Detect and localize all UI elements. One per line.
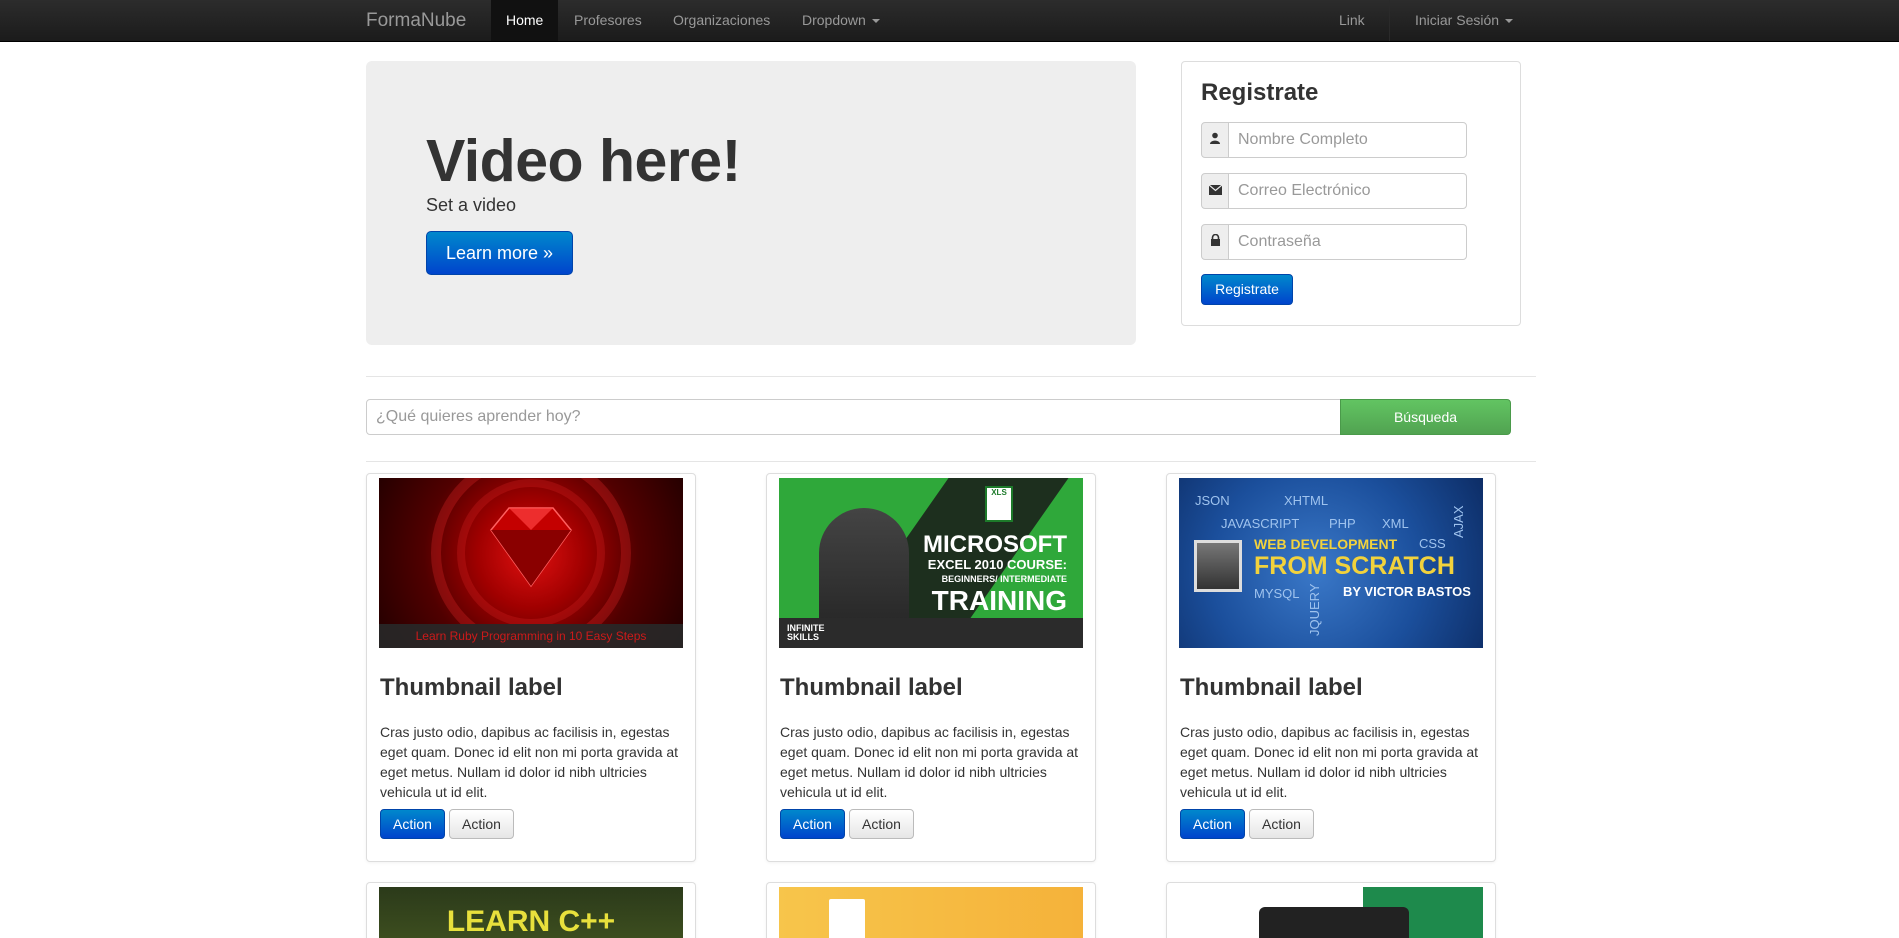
tag-xml: XML — [1382, 516, 1409, 531]
course-thumbnail: LEARN C++ — [366, 882, 696, 938]
action-button-primary[interactable]: Action — [780, 809, 845, 839]
course-thumbnail: XLS MICROSOFT EXCEL 2010 COURSE: BEGINNE… — [766, 473, 1096, 862]
caret-down-icon — [871, 19, 880, 24]
nav-item-organizaciones[interactable]: Organizaciones — [658, 0, 785, 41]
excel-title-4: TRAINING — [931, 585, 1067, 616]
email-input-group — [1201, 173, 1467, 209]
thumbnail-text: Cras justo odio, dapibus ac facilisis in… — [380, 724, 679, 800]
dropdown-label: Dropdown — [802, 12, 866, 28]
thumbnail-label: Thumbnail label — [380, 674, 563, 701]
course-thumbnail: Learn Ruby Programming in 10 Easy Steps … — [366, 473, 696, 862]
thumbnail-label: Thumbnail label — [780, 674, 963, 701]
nav-item-home[interactable]: Home — [491, 0, 559, 41]
full-name-field[interactable] — [1228, 122, 1467, 158]
hero-unit: Video here! Set a video Learn more » — [366, 61, 1136, 345]
course-thumbnail — [1166, 882, 1496, 938]
course-image-cpp[interactable]: LEARN C++ — [379, 887, 683, 938]
xls-file-icon: XLS — [985, 486, 1013, 522]
tag-json: JSON — [1195, 493, 1230, 508]
excel-title-1: MICROSOFT — [923, 531, 1067, 558]
document-icon — [829, 899, 865, 938]
webdev-author: BY VICTOR BASTOS — [1343, 584, 1471, 599]
tablet-graphic — [1259, 907, 1409, 938]
register-button[interactable]: Registrate — [1201, 274, 1293, 305]
action-button-secondary[interactable]: Action — [1249, 809, 1314, 839]
tag-php: PHP — [1329, 516, 1356, 531]
divider-bottom — [366, 461, 1536, 462]
action-button-secondary[interactable]: Action — [449, 809, 514, 839]
lock-icon — [1201, 224, 1229, 260]
register-title: Registrate — [1201, 79, 1319, 106]
nav-divider — [1389, 0, 1390, 41]
excel-title-3: BEGINNERS/ INTERMEDIATE — [941, 574, 1067, 584]
name-input-group — [1201, 122, 1467, 158]
cpp-title: LEARN C++ — [379, 887, 683, 938]
tag-xhtml: XHTML — [1284, 493, 1329, 508]
course-image-presentation[interactable] — [779, 887, 1083, 938]
password-input-group — [1201, 224, 1467, 260]
instructor-photo — [1194, 540, 1242, 592]
tag-jquery: JQUERY — [1307, 583, 1322, 637]
search-input[interactable] — [366, 399, 1341, 435]
envelope-icon — [1201, 173, 1229, 209]
tag-css: CSS — [1419, 536, 1446, 551]
thumbnail-label: Thumbnail label — [1180, 674, 1363, 701]
thumbnail-text: Cras justo odio, dapibus ac facilisis in… — [780, 724, 1079, 800]
nav-item-dropdown[interactable]: Dropdown — [787, 0, 895, 41]
hero-title: Video here! — [426, 128, 741, 194]
email-field[interactable] — [1228, 173, 1467, 209]
excel-title-2: EXCEL 2010 COURSE: — [927, 557, 1067, 572]
tag-ajax: AJAX — [1451, 505, 1466, 538]
webdev-title-2: FROM SCRATCH — [1254, 552, 1455, 580]
thumbnail-text: Cras justo odio, dapibus ac facilisis in… — [1180, 724, 1479, 800]
brand-logo[interactable]: FormaNube — [366, 10, 466, 32]
ruby-caption: Learn Ruby Programming in 10 Easy Steps — [379, 624, 683, 648]
webdev-title-1: WEB DEVELOPMENT — [1254, 536, 1398, 552]
course-image-ruby[interactable]: Learn Ruby Programming in 10 Easy Steps — [379, 478, 683, 648]
action-button-primary[interactable]: Action — [380, 809, 445, 839]
search-button[interactable]: Búsqueda — [1340, 399, 1511, 435]
tag-javascript: JAVASCRIPT — [1221, 516, 1300, 531]
course-image-excel-tablet[interactable] — [1179, 887, 1483, 938]
divider-top — [366, 376, 1536, 377]
register-panel: Registrate Registrate — [1181, 61, 1521, 326]
course-thumbnail: JSON XHTML JAVASCRIPT PHP XML CSS AJAX M… — [1166, 473, 1496, 862]
password-field[interactable] — [1228, 224, 1467, 260]
learn-more-button[interactable]: Learn more » — [426, 231, 573, 275]
skills-label: SKILLS — [787, 632, 820, 642]
course-image-excel[interactable]: XLS MICROSOFT EXCEL 2010 COURSE: BEGINNE… — [779, 478, 1083, 648]
action-button-secondary[interactable]: Action — [849, 809, 914, 839]
nav-item-profesores[interactable]: Profesores — [559, 0, 657, 41]
action-button-primary[interactable]: Action — [1180, 809, 1245, 839]
login-label: Iniciar Sesión — [1415, 12, 1500, 28]
course-image-webdev[interactable]: JSON XHTML JAVASCRIPT PHP XML CSS AJAX M… — [1179, 478, 1483, 648]
course-thumbnail — [766, 882, 1096, 938]
caret-down-icon — [1505, 19, 1514, 24]
nav-item-login[interactable]: Iniciar Sesión — [1400, 0, 1528, 41]
hero-subtitle: Set a video — [426, 195, 517, 215]
tag-mysql: MYSQL — [1254, 586, 1300, 601]
nav-item-link[interactable]: Link — [1324, 0, 1380, 41]
top-navbar: FormaNube Home Profesores Organizaciones… — [0, 0, 1899, 42]
user-icon — [1201, 122, 1229, 158]
